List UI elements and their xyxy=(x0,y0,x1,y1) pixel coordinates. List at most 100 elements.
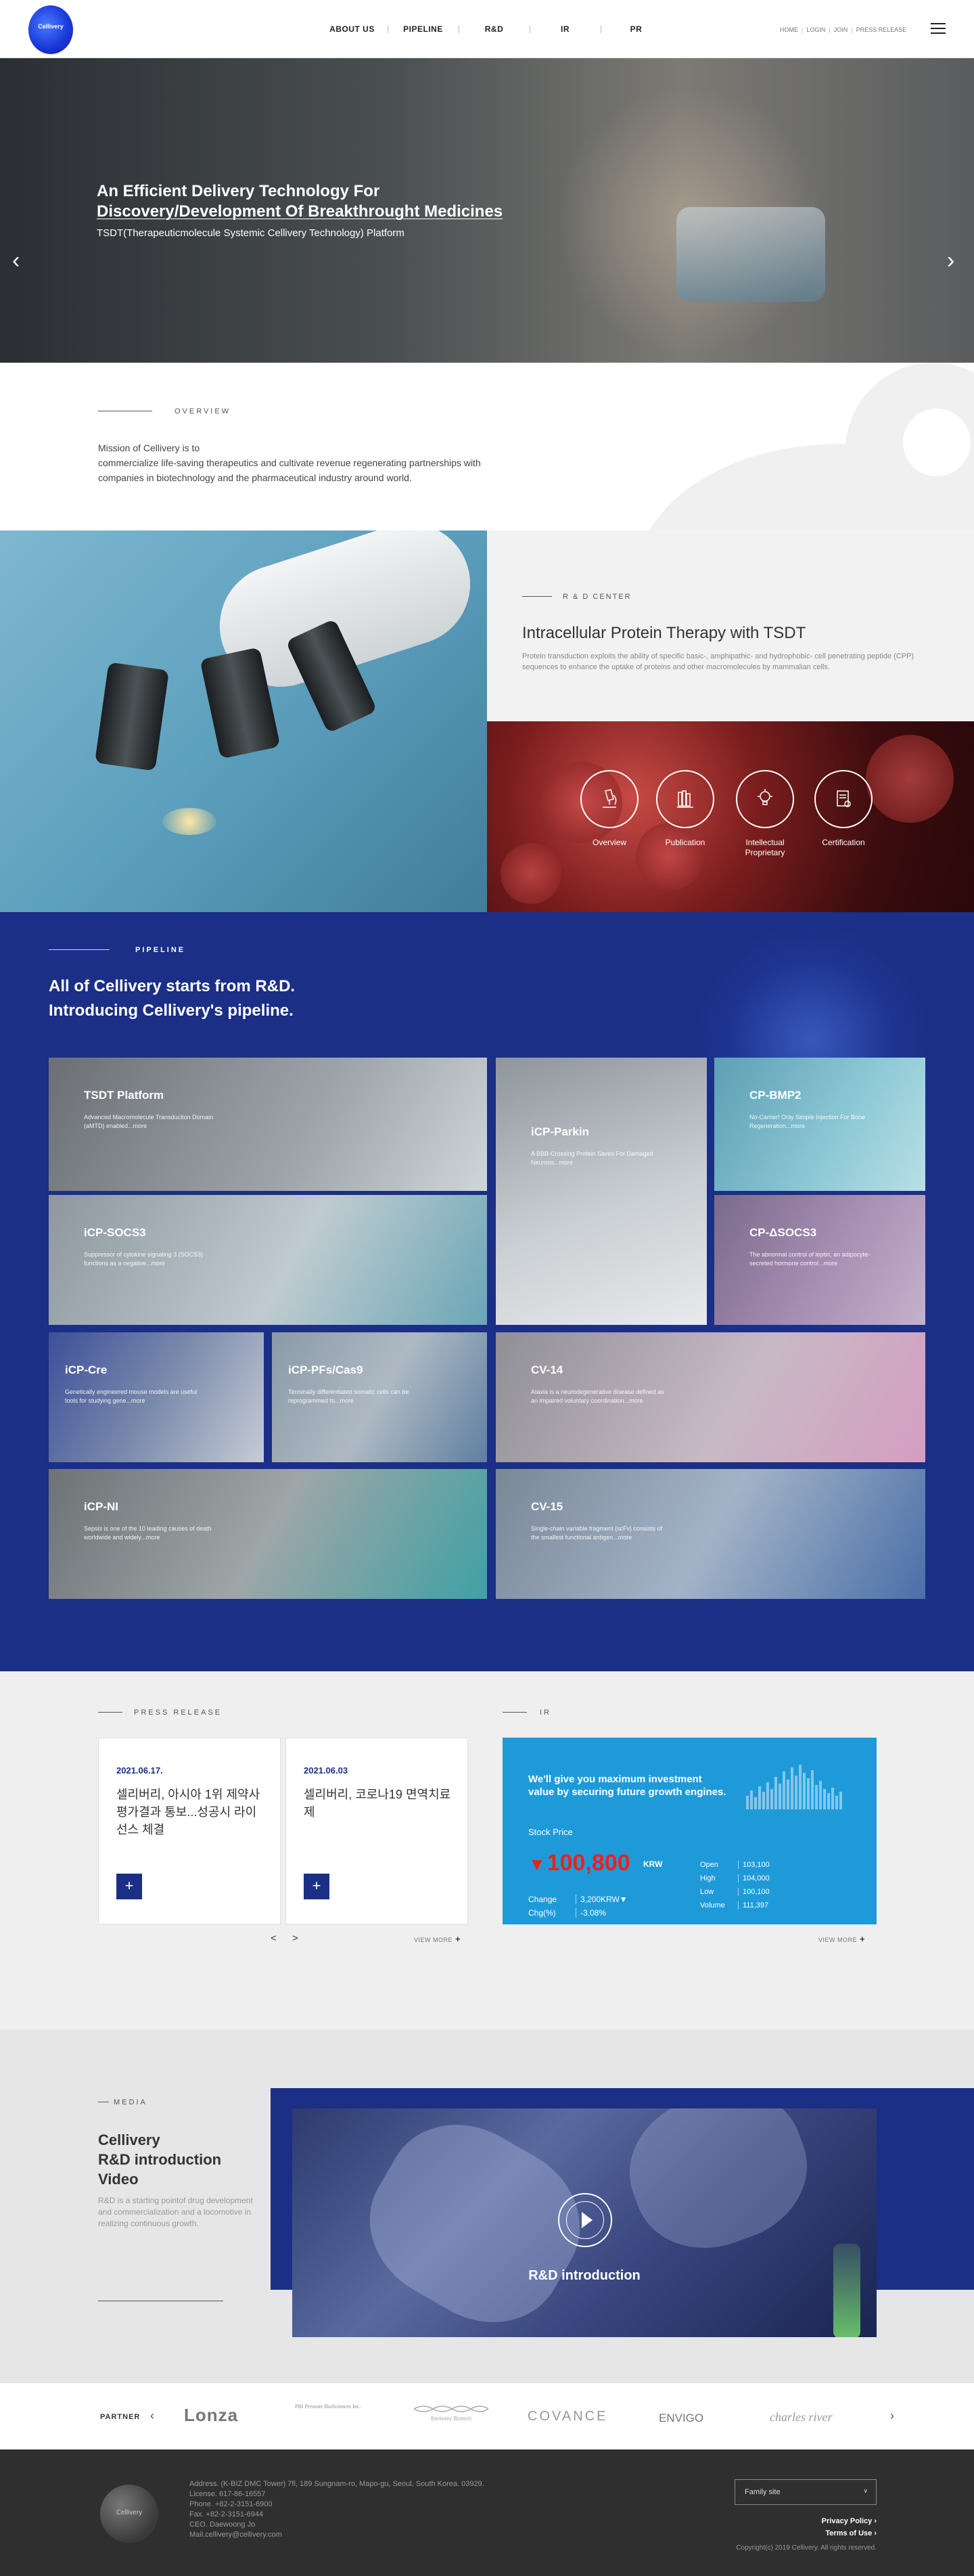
play-icon[interactable] xyxy=(558,2193,612,2247)
rnd-link-overview[interactable]: Overview xyxy=(580,770,639,848)
pipeline-tile-icp-cre[interactable]: iCP-Cre Genetically engineered mouse mod… xyxy=(49,1332,264,1462)
util-press-release[interactable]: PRESS RELEASE xyxy=(853,26,910,33)
tile-desc: Suppressor of cytokine signaling 3 (SOCS… xyxy=(84,1251,204,1267)
tile-desc: No-Carrier! Only Simple Injection For Bo… xyxy=(749,1114,866,1129)
footer-logo: Cellivery xyxy=(100,2485,158,2543)
view-more-label: VIEW MORE xyxy=(818,1937,858,1943)
tile-name: iCP-PFs/Cas9 xyxy=(288,1363,363,1376)
overview-text: Mission of Cellivery is to commercialize… xyxy=(98,440,599,485)
cellivery-logo[interactable]: Cellivery xyxy=(28,5,73,54)
pipeline-tile-icp-ni[interactable]: iCP-NI Sepsis is one of the 10 leading c… xyxy=(49,1469,487,1599)
hero-next-arrow-icon[interactable]: › xyxy=(947,248,954,274)
change-value: 3,200KRW▼ xyxy=(576,1895,628,1904)
tile-name: iCP-NI xyxy=(84,1500,118,1513)
partner-logo-pbi[interactable]: PBI Pressure BioSciences Inc. xyxy=(295,2403,383,2428)
rnd-links-panel: Overview Publication Intellectual Propri… xyxy=(487,721,974,912)
partner-strip: PARTNER ‹ Lonza PBI Pressure BioSciences… xyxy=(0,2385,974,2449)
rnd-video-player[interactable]: R&D introduction xyxy=(292,2108,877,2337)
partner-logo-charles-river[interactable]: charles river xyxy=(770,2410,832,2424)
overview-line: Mission of Cellivery is to xyxy=(98,443,200,453)
pipeline-tile-cp-bmp2[interactable]: CP-BMP2 No-Carrier! Only Simple Injectio… xyxy=(714,1058,925,1191)
video-still xyxy=(833,2244,860,2337)
press-date: 2021.06.03 xyxy=(304,1765,348,1776)
partner-logo-envigo[interactable]: ENVIGO xyxy=(659,2412,703,2425)
tile-desc: Single-chain variable fragment (scFv) co… xyxy=(531,1525,663,1541)
nav-pipeline[interactable]: PIPELINE xyxy=(388,24,459,34)
plus-icon[interactable]: + xyxy=(116,1874,142,1899)
tile-desc: The abnormal control of leptin, an adipo… xyxy=(749,1251,871,1267)
press-card[interactable]: 2021.06.17. 셀리버리, 아시아 1위 제약사 평가결과 통보...성… xyxy=(98,1738,281,1924)
stock-price: ▼100,800 xyxy=(528,1850,630,1876)
certificate-icon xyxy=(814,770,873,828)
open-value: 103,100 xyxy=(738,1861,770,1869)
privacy-policy-link[interactable]: Privacy Policy › xyxy=(822,2517,877,2525)
pipeline-title-line: All of Cellivery starts from R&D. xyxy=(49,977,296,995)
partner-logo-text: Berkeley Biotech xyxy=(430,2416,472,2422)
partner-prev-icon[interactable]: ‹ xyxy=(150,2409,154,2423)
pipeline-tile-cv-15[interactable]: CV-15 Single-chain variable fragment (sc… xyxy=(496,1469,925,1599)
press-next-icon[interactable]: > xyxy=(292,1933,298,1944)
rnd-link-label: Overview xyxy=(592,838,626,847)
pipeline-section: PIPELINE All of Cellivery starts from R&… xyxy=(0,912,974,1671)
pipeline-tile-icp-socs3[interactable]: iCP-SOCS3 Suppressor of cytokine signali… xyxy=(49,1195,487,1325)
currency-label: KRW xyxy=(643,1859,663,1869)
partner-logo-covance[interactable]: COVANCE xyxy=(528,2409,607,2424)
hero-prev-arrow-icon[interactable]: ‹ xyxy=(12,248,20,274)
util-join[interactable]: JOIN xyxy=(831,26,852,33)
nav-ir[interactable]: IR xyxy=(530,24,601,34)
footer-logo-text: Cellivery xyxy=(116,2509,143,2516)
overview-section: OVERVIEW Mission of Cellivery is to comm… xyxy=(0,363,974,530)
partner-logo-lonza[interactable]: Lonza xyxy=(184,2405,238,2426)
pipeline-tile-icp-parkin[interactable]: iCP-Parkin A BBB-Crossing Protein Saves … xyxy=(496,1058,707,1325)
rnd-link-intellectual-proprietary[interactable]: Intellectual Proprietary xyxy=(736,770,794,858)
low-label: Low xyxy=(700,1888,714,1896)
hero-photo-glassware xyxy=(676,207,825,302)
family-site-label: Family site xyxy=(745,2488,781,2496)
volume-label: Volume xyxy=(700,1901,725,1910)
copyright: Copyright(c) 2019 Cellivery. All rights … xyxy=(736,2544,877,2552)
pipeline-tile-cv-14[interactable]: CV-14 Ataxia is a neurodegenerative dise… xyxy=(496,1332,925,1462)
pipeline-tile-cp-dsocs3[interactable]: CP-ΔSOCS3 The abnormal control of leptin… xyxy=(714,1195,925,1325)
tile-name: iCP-Parkin xyxy=(531,1125,589,1138)
main-nav: ABOUT US PIPELINE R&D IR PR xyxy=(317,24,672,34)
press-date: 2021.06.17. xyxy=(116,1765,163,1776)
press-card[interactable]: 2021.06.03 셀리버리, 코로나19 면역치료제 + xyxy=(285,1738,468,1924)
volume-value: 111,397 xyxy=(738,1901,768,1910)
blood-cell xyxy=(501,843,561,904)
tile-desc: A BBB-Crossing Protein Saves For Damaged… xyxy=(531,1150,653,1166)
nav-rnd[interactable]: R&D xyxy=(459,24,530,34)
rnd-link-label: Certification xyxy=(822,838,865,847)
dna-helix-icon xyxy=(414,2405,488,2412)
ir-stock-card[interactable]: We'll give you maximum investment value … xyxy=(503,1738,877,1924)
partner-label: PARTNER xyxy=(100,2413,141,2421)
tile-name: iCP-Cre xyxy=(65,1363,108,1376)
partner-next-icon[interactable]: › xyxy=(890,2409,894,2423)
terms-of-use-link[interactable]: Terms of Use › xyxy=(825,2529,877,2537)
tile-desc: Ataxia is a neurodegenerative disease de… xyxy=(531,1388,664,1404)
view-more-label: VIEW MORE xyxy=(414,1937,453,1943)
down-triangle-icon: ▼ xyxy=(528,1854,546,1874)
change-label: Change xyxy=(528,1895,557,1904)
util-login[interactable]: LOGIN xyxy=(803,26,829,33)
menu-icon[interactable] xyxy=(931,23,946,34)
rnd-link-publication[interactable]: Publication xyxy=(656,770,714,848)
util-home[interactable]: HOME xyxy=(776,26,802,33)
rnd-link-certification[interactable]: Certification xyxy=(814,770,873,848)
tile-name: TSDT Platform xyxy=(84,1089,164,1102)
hero-subtitle: TSDT(Therapeuticmolecule Systemic Celliv… xyxy=(97,227,404,239)
media-label: MEDIA xyxy=(114,2098,147,2106)
tile-name: CV-14 xyxy=(531,1363,563,1376)
press-view-more[interactable]: VIEW MORE + xyxy=(414,1934,461,1944)
press-prev-icon[interactable]: < xyxy=(271,1933,277,1944)
pipeline-tile-tsdt-platform[interactable]: TSDT Platform Advanced Macromolecule Tra… xyxy=(49,1058,487,1191)
nav-pr[interactable]: PR xyxy=(601,24,672,34)
family-site-select[interactable]: Family site ∨ xyxy=(735,2479,877,2505)
tile-desc: Advanced Macromolecule Transduction Doma… xyxy=(84,1114,214,1129)
ir-view-more[interactable]: VIEW MORE + xyxy=(818,1934,865,1944)
media-section: MEDIA Cellivery R&D introduction Video R… xyxy=(0,2030,974,2385)
hero-banner: An Efficient Delivery Technology For Dis… xyxy=(0,58,974,363)
nav-about-us[interactable]: ABOUT US xyxy=(317,24,388,34)
plus-icon[interactable]: + xyxy=(304,1874,329,1899)
pipeline-tile-icp-pfs-cas9[interactable]: iCP-PFs/Cas9 Terminally differentiated s… xyxy=(272,1332,487,1462)
partner-logo-berkeley[interactable]: Berkeley Biotech xyxy=(414,2403,488,2426)
